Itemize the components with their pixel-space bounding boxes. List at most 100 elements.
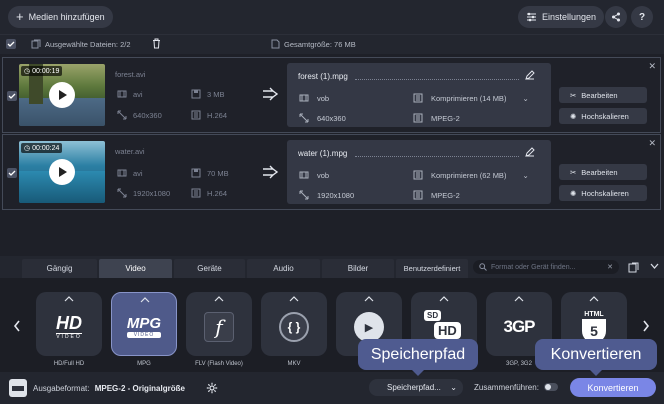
total-size-value: 76 MB	[334, 40, 356, 49]
tab-devices[interactable]: Geräte	[174, 259, 245, 278]
select-all-checkbox[interactable]	[6, 39, 16, 49]
output-format-label: Ausgabeformat:	[33, 384, 90, 393]
disk-icon	[191, 89, 201, 99]
sliders-icon	[527, 12, 536, 22]
flash-glyph: f	[215, 315, 223, 339]
video-thumbnail[interactable]: ◷ 00:00:19	[19, 64, 105, 126]
tab-custom[interactable]: Benutzerdefiniert	[396, 259, 468, 278]
save-path-dropdown[interactable]: Speicherpfad... ⌄	[369, 379, 463, 396]
play-button[interactable]	[49, 159, 75, 185]
source-resolution-meta: 1920x1080	[117, 188, 170, 198]
resize-icon	[299, 190, 309, 200]
tab-audio[interactable]: Audio	[247, 259, 320, 278]
compress-dropdown[interactable]: Komprimieren (62 MB) ⌄	[413, 170, 529, 180]
total-size-label: Gesamtgröße:	[284, 40, 332, 49]
output-container: vob	[317, 170, 330, 180]
clock-icon: ◷	[24, 145, 31, 152]
play-button[interactable]	[49, 82, 75, 108]
selected-files-label: Ausgewählte Dateien:	[45, 40, 118, 49]
resize-icon	[299, 113, 309, 123]
format-search-input[interactable]: Format oder Gerät finden... ✕	[473, 260, 619, 274]
check-icon	[8, 170, 16, 176]
edit-label: Bearbeiten	[581, 90, 618, 100]
help-button[interactable]: ?	[631, 6, 653, 28]
output-container-meta: vob	[299, 93, 329, 103]
format-label: FLV (Flash Video)	[195, 361, 243, 367]
format-mpg[interactable]: MPG VIDEO	[111, 292, 177, 356]
format-thumbnail-icon	[9, 379, 27, 397]
output-filename: water (1).mpg	[298, 149, 348, 158]
output-filename: forest (1).mpg	[298, 72, 348, 81]
youtube-icon: ▶	[354, 312, 384, 342]
output-container-meta: vob	[299, 170, 329, 180]
upscale-button[interactable]: ✺ Hochskalieren	[559, 185, 647, 201]
edit-button[interactable]: ✂ Bearbeiten	[559, 87, 647, 103]
merge-toggle[interactable]	[544, 383, 558, 391]
html5-badge: HTML	[584, 311, 604, 318]
merge-label: Zusammenführen:	[474, 383, 539, 392]
export-icon[interactable]	[628, 262, 639, 273]
output-resolution: 640x360	[317, 113, 346, 123]
source-resolution: 640x360	[133, 110, 162, 120]
source-container: avi	[133, 89, 143, 99]
clear-icon[interactable]: ✕	[607, 263, 613, 271]
trash-icon[interactable]	[152, 38, 161, 49]
help-label: ?	[638, 11, 646, 23]
convert-button[interactable]: Konvertieren	[570, 378, 656, 397]
close-icon[interactable]: ✕	[648, 138, 656, 149]
chevron-down-icon: ⌄	[522, 170, 529, 180]
output-settings-panel[interactable]: water (1).mpg vob Komprimieren (62 MB) ⌄…	[287, 140, 551, 204]
gear-icon[interactable]	[206, 382, 218, 394]
edit-button[interactable]: ✂ Bearbeiten	[559, 164, 647, 180]
upscale-button[interactable]: ✺ Hochskalieren	[559, 108, 647, 124]
close-icon[interactable]: ✕	[648, 61, 656, 72]
file-row[interactable]: ◷ 00:00:24 water.avi avi 70 MB 1920x1080…	[2, 134, 661, 210]
document-icon	[271, 39, 280, 49]
chevron-down-icon[interactable]	[650, 263, 659, 270]
scissors-icon: ✂	[570, 167, 577, 177]
mkv-glyph: { }	[287, 320, 301, 334]
output-settings-panel[interactable]: forest (1).mpg vob Komprimieren (14 MB) …	[287, 63, 551, 127]
pencil-icon[interactable]	[525, 70, 535, 80]
search-icon	[479, 263, 487, 271]
output-format-value[interactable]: MPEG-2 - Originalgröße	[95, 384, 185, 393]
source-resolution: 1920x1080	[133, 188, 171, 198]
source-size-meta: 70 MB	[191, 168, 229, 178]
compress-dropdown[interactable]: Komprimieren (14 MB) ⌄	[413, 93, 529, 103]
tab-video[interactable]: Video	[99, 259, 172, 278]
file-row[interactable]: ◷ 00:00:19 forest.avi avi 3 MB 640x360 H…	[2, 57, 661, 133]
source-size: 3 MB	[207, 89, 225, 99]
film-icon	[117, 169, 127, 177]
selected-files-count: 2/2	[120, 40, 131, 49]
format-hd-fullhd[interactable]: HD VIDEO	[36, 292, 102, 356]
format-label: MKV	[287, 361, 301, 367]
chevron-right-icon[interactable]	[642, 320, 650, 332]
format-label: HD/Full HD	[53, 361, 85, 367]
output-codec: MPEG-2	[431, 113, 460, 123]
add-media-button[interactable]: + Medien hinzufügen	[8, 6, 113, 28]
source-filename: water.avi	[115, 147, 145, 156]
pencil-icon[interactable]	[525, 147, 535, 157]
chevron-up-icon	[289, 296, 299, 302]
flash-icon: f	[204, 312, 234, 342]
tab-images[interactable]: Bilder	[322, 259, 394, 278]
settings-button[interactable]: Einstellungen	[518, 6, 605, 28]
source-codec-meta: H.264	[191, 188, 227, 198]
tab-common[interactable]: Gängig	[22, 259, 97, 278]
file-checkbox[interactable]	[7, 168, 17, 178]
check-icon	[8, 93, 16, 99]
source-size-meta: 3 MB	[191, 89, 225, 99]
chevron-left-icon[interactable]	[13, 320, 21, 332]
share-button[interactable]	[605, 6, 627, 28]
output-resolution-meta: 640x360	[299, 113, 346, 123]
compress-icon	[413, 170, 423, 180]
video-thumbnail[interactable]: ◷ 00:00:24	[19, 141, 105, 203]
format-mkv[interactable]: { }	[261, 292, 327, 356]
file-checkbox[interactable]	[7, 91, 17, 101]
filename-underline	[355, 156, 519, 157]
upscale-icon: ✺	[570, 111, 577, 121]
files-icon	[31, 39, 41, 49]
format-flv[interactable]: f	[186, 292, 252, 356]
check-icon	[7, 41, 15, 47]
codec-icon	[191, 110, 201, 120]
